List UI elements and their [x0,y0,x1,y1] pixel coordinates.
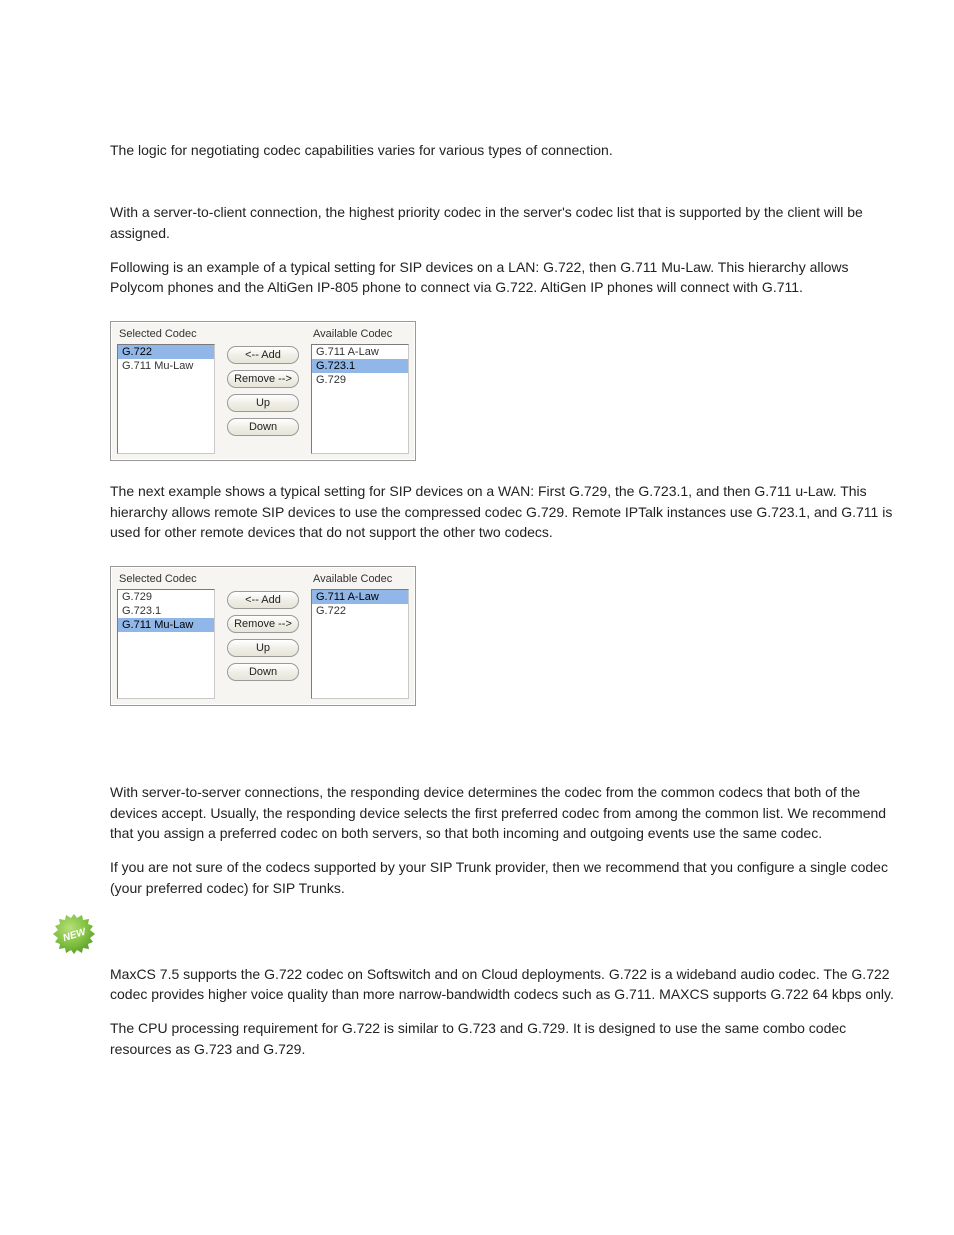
available-codec-label: Available Codec [311,573,409,585]
list-item[interactable]: G.711 A-Law [312,345,408,359]
paragraph: The next example shows a typical setting… [110,481,894,542]
paragraph: With server-to-server connections, the r… [110,782,894,843]
list-item[interactable]: G.711 Mu-Law [118,359,214,373]
list-item[interactable]: G.711 A-Law [312,590,408,604]
paragraph: MaxCS 7.5 supports the G.722 codec on So… [110,964,894,1005]
list-item[interactable]: G.729 [312,373,408,387]
available-column: Available Codec G.711 A-LawG.723.1G.729 [311,328,409,454]
page-content: The logic for negotiating codec capabili… [0,0,954,1133]
list-item[interactable]: G.711 Mu-Law [118,618,214,632]
add-button[interactable]: <-- Add [227,591,299,609]
selected-codec-listbox[interactable]: G.722G.711 Mu-Law [117,344,215,454]
paragraph: With a server-to-client connection, the … [110,202,894,243]
list-item[interactable]: G.723.1 [312,359,408,373]
selected-column: Selected Codec G.722G.711 Mu-Law [117,328,215,454]
up-button[interactable]: Up [227,394,299,412]
selected-column: Selected Codec G.729G.723.1G.711 Mu-Law [117,573,215,699]
selected-codec-label: Selected Codec [117,328,215,340]
up-button[interactable]: Up [227,639,299,657]
available-codec-label: Available Codec [311,328,409,340]
list-item[interactable]: G.723.1 [118,604,214,618]
list-item[interactable]: G.729 [118,590,214,604]
selected-codec-listbox[interactable]: G.729G.723.1G.711 Mu-Law [117,589,215,699]
available-codec-listbox[interactable]: G.711 A-LawG.723.1G.729 [311,344,409,454]
button-column: <-- Add Remove --> Up Down [215,573,311,681]
available-column: Available Codec G.711 A-LawG.722 [311,573,409,699]
list-item[interactable]: G.722 [118,345,214,359]
codec-panel-lan: Selected Codec G.722G.711 Mu-Law <-- Add… [110,321,416,461]
new-badge-icon: NEW [52,912,96,956]
paragraph: The CPU processing requirement for G.722… [110,1018,894,1059]
remove-button[interactable]: Remove --> [227,370,299,388]
remove-button[interactable]: Remove --> [227,615,299,633]
available-codec-listbox[interactable]: G.711 A-LawG.722 [311,589,409,699]
paragraph: Following is an example of a typical set… [110,257,894,298]
down-button[interactable]: Down [227,418,299,436]
paragraph: The logic for negotiating codec capabili… [110,140,894,160]
button-column: <-- Add Remove --> Up Down [215,328,311,436]
selected-codec-label: Selected Codec [117,573,215,585]
paragraph: If you are not sure of the codecs suppor… [110,857,894,898]
add-button[interactable]: <-- Add [227,346,299,364]
down-button[interactable]: Down [227,663,299,681]
codec-panel-wan: Selected Codec G.729G.723.1G.711 Mu-Law … [110,566,416,706]
list-item[interactable]: G.722 [312,604,408,618]
